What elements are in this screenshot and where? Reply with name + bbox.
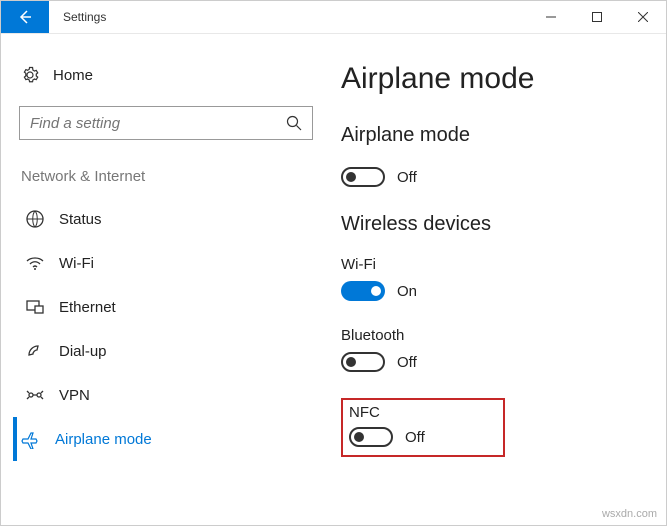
sidebar-item-ethernet[interactable]: Ethernet xyxy=(19,285,313,329)
home-nav[interactable]: Home xyxy=(19,60,313,106)
dialup-icon xyxy=(25,341,45,361)
airplane-toggle[interactable] xyxy=(341,167,385,187)
maximize-button[interactable] xyxy=(574,1,620,33)
airplane-icon xyxy=(21,429,41,449)
sidebar-item-label: VPN xyxy=(59,387,90,404)
section-label: Network & Internet xyxy=(21,168,313,185)
bluetooth-toggle-row: Off xyxy=(341,352,656,372)
wifi-label: Wi-Fi xyxy=(341,256,656,273)
vpn-icon xyxy=(25,385,45,405)
wireless-heading: Wireless devices xyxy=(341,213,656,236)
maximize-icon xyxy=(592,12,602,22)
sidebar-item-dialup[interactable]: Dial-up xyxy=(19,329,313,373)
watermark: wsxdn.com xyxy=(602,508,657,520)
wifi-state: On xyxy=(397,283,417,300)
window-title: Settings xyxy=(49,1,528,33)
content: Home Network & Internet Status Wi-Fi Eth… xyxy=(1,34,666,525)
sidebar-item-wifi[interactable]: Wi-Fi xyxy=(19,241,313,285)
sidebar-item-label: Dial-up xyxy=(59,343,107,360)
nfc-toggle[interactable] xyxy=(349,427,393,447)
sidebar-item-label: Wi-Fi xyxy=(59,255,94,272)
back-arrow-icon xyxy=(17,9,33,25)
bluetooth-label: Bluetooth xyxy=(341,327,656,344)
ethernet-icon xyxy=(25,297,45,317)
home-label: Home xyxy=(53,67,93,84)
sidebar-item-status[interactable]: Status xyxy=(19,197,313,241)
airplane-state: Off xyxy=(397,169,417,186)
sidebar: Home Network & Internet Status Wi-Fi Eth… xyxy=(1,34,331,525)
main-panel: Airplane mode Airplane mode Off Wireless… xyxy=(331,34,666,525)
minimize-icon xyxy=(546,12,556,22)
sidebar-item-airplane[interactable]: Airplane mode xyxy=(13,417,313,461)
gear-icon xyxy=(21,66,39,84)
window-controls xyxy=(528,1,666,33)
wifi-toggle[interactable] xyxy=(341,281,385,301)
status-icon xyxy=(25,209,45,229)
sidebar-item-label: Status xyxy=(59,211,102,228)
back-button[interactable] xyxy=(1,1,49,33)
sidebar-item-label: Ethernet xyxy=(59,299,116,316)
bluetooth-toggle[interactable] xyxy=(341,352,385,372)
close-button[interactable] xyxy=(620,1,666,33)
sidebar-item-vpn[interactable]: VPN xyxy=(19,373,313,417)
titlebar: Settings xyxy=(1,1,666,34)
nfc-state: Off xyxy=(405,429,425,446)
nfc-highlight-block: NFC Off xyxy=(341,398,505,457)
search-icon xyxy=(286,115,302,131)
nfc-label: NFC xyxy=(349,404,497,421)
bluetooth-state: Off xyxy=(397,354,417,371)
nfc-toggle-row: Off xyxy=(349,427,497,447)
minimize-button[interactable] xyxy=(528,1,574,33)
search-input[interactable] xyxy=(30,115,286,132)
close-icon xyxy=(638,12,648,22)
airplane-toggle-row: Off xyxy=(341,167,656,187)
sidebar-item-label: Airplane mode xyxy=(55,431,152,448)
airplane-heading: Airplane mode xyxy=(341,124,656,147)
search-box[interactable] xyxy=(19,106,313,140)
wifi-toggle-row: On xyxy=(341,281,656,301)
wifi-icon xyxy=(25,253,45,273)
page-title: Airplane mode xyxy=(341,62,656,96)
